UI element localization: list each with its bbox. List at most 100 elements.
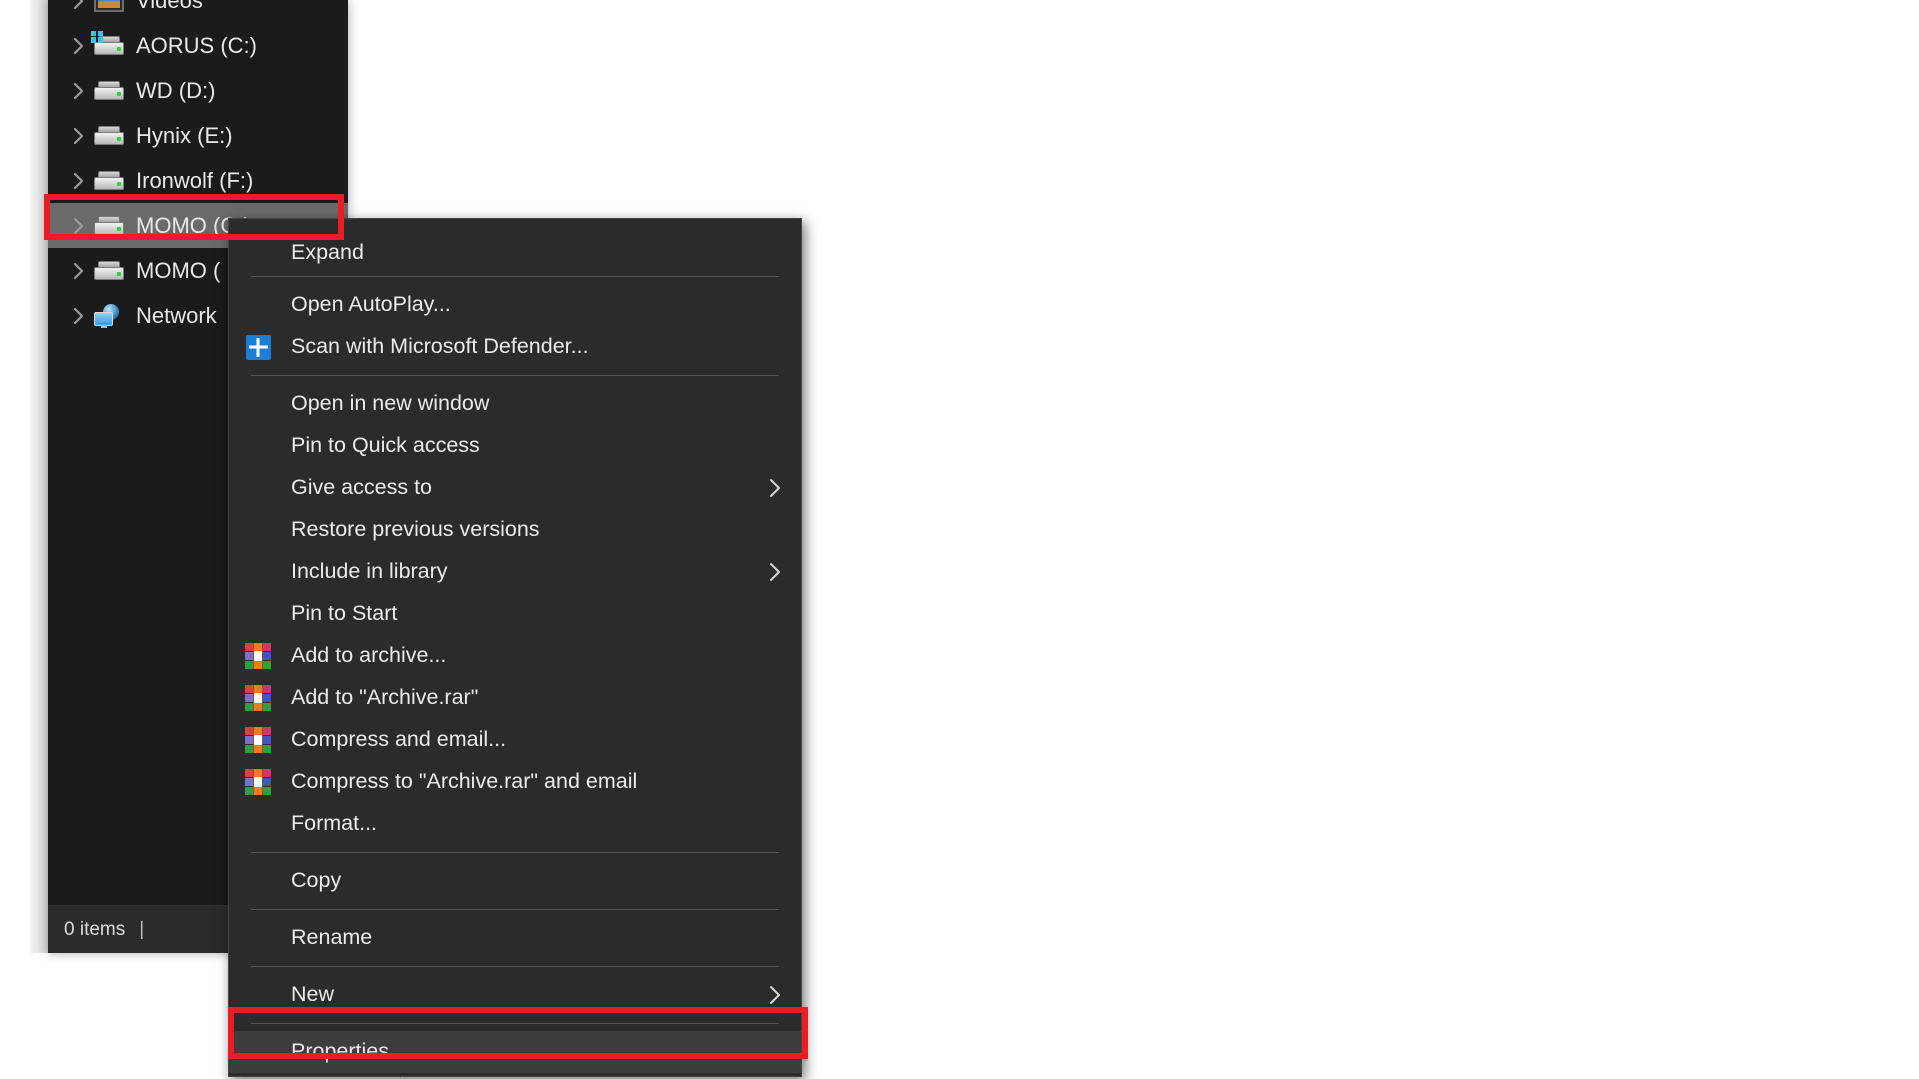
winrar-icon — [245, 685, 271, 711]
menu-separator — [251, 375, 779, 376]
menu-separator — [251, 852, 779, 853]
winrar-icon — [245, 727, 271, 753]
menu-item-label: Format... — [291, 813, 783, 835]
menu-item-label: Open AutoPlay... — [291, 294, 783, 316]
tree-item-label: Hynix (E:) — [136, 125, 233, 147]
tree-item[interactable]: Videos — [48, 0, 348, 23]
network-icon — [94, 304, 124, 328]
menu-item-icon-placeholder — [245, 475, 271, 501]
screenshot-root: Videos AORUS (C:) WD (D:) Hynix (E:) Ironwol… — [0, 0, 1919, 1079]
menu-item[interactable]: Compress to "Archive.rar" and email — [229, 761, 801, 803]
context-menu[interactable]: Expand Open AutoPlay... Scan with Microsof… — [228, 218, 802, 1077]
chevron-right-icon[interactable] — [66, 127, 92, 145]
tree-item[interactable]: Ironwolf (F:) — [48, 158, 348, 203]
window-left-shadow — [30, 0, 48, 953]
tree-item-label: AORUS (C:) — [136, 35, 257, 57]
chevron-right-icon[interactable] — [66, 262, 92, 280]
winrar-icon — [245, 643, 271, 669]
chevron-right-icon[interactable] — [66, 217, 92, 235]
tree-item[interactable]: AORUS (C:) — [48, 23, 348, 68]
menu-item[interactable]: Add to "Archive.rar" — [229, 677, 801, 719]
menu-separator — [251, 276, 779, 277]
menu-item-icon-placeholder — [245, 391, 271, 417]
drive-icon — [94, 261, 124, 281]
menu-item-label: Restore previous versions — [291, 519, 783, 541]
menu-item[interactable]: Format... — [229, 803, 801, 845]
chevron-right-icon[interactable] — [66, 82, 92, 100]
drive-icon — [94, 126, 124, 146]
menu-item[interactable]: Copy — [229, 860, 801, 902]
tree-item[interactable]: Hynix (E:) — [48, 113, 348, 158]
status-separator: | — [139, 919, 144, 941]
menu-item-label: Add to archive... — [291, 645, 783, 667]
menu-item-icon-placeholder — [245, 868, 271, 894]
network-icon — [92, 302, 126, 330]
menu-item-icon-placeholder — [245, 292, 271, 318]
winrar-icon — [245, 685, 271, 711]
menu-separator — [251, 966, 779, 967]
submenu-chevron-right-icon[interactable] — [767, 983, 783, 1007]
menu-item-icon-placeholder — [245, 601, 271, 627]
menu-item-label: Copy — [291, 870, 783, 892]
menu-item-icon-placeholder — [245, 559, 271, 585]
tree-item[interactable]: WD (D:) — [48, 68, 348, 113]
menu-item-icon-placeholder — [245, 925, 271, 951]
drive-icon — [92, 257, 126, 285]
drive-icon — [92, 77, 126, 105]
chevron-right-icon[interactable] — [66, 172, 92, 190]
menu-item[interactable]: Properties — [229, 1031, 801, 1073]
submenu-chevron-right-icon[interactable] — [767, 560, 783, 584]
menu-item-label: New — [291, 984, 767, 1006]
menu-item[interactable]: Pin to Quick access — [229, 425, 801, 467]
menu-item[interactable]: Pin to Start — [229, 593, 801, 635]
menu-item-label: Compress and email... — [291, 729, 783, 751]
menu-item[interactable]: New — [229, 974, 801, 1016]
menu-item-label: Open in new window — [291, 393, 783, 415]
drive-icon — [92, 212, 126, 240]
menu-item[interactable]: Scan with Microsoft Defender... — [229, 326, 801, 368]
menu-item-label: Expand — [291, 242, 783, 264]
drive-icon — [94, 216, 124, 236]
menu-item-label: Properties — [291, 1041, 783, 1063]
winrar-icon — [245, 769, 271, 795]
menu-item-icon-placeholder — [245, 237, 271, 263]
winrar-icon — [245, 727, 271, 753]
menu-item[interactable]: Compress and email... — [229, 719, 801, 761]
drive-icon — [94, 171, 124, 191]
menu-item[interactable]: Open in new window — [229, 383, 801, 425]
menu-item-icon-placeholder — [245, 517, 271, 543]
drive-icon — [92, 167, 126, 195]
submenu-chevron-right-icon[interactable] — [767, 476, 783, 500]
menu-item[interactable]: Include in library — [229, 551, 801, 593]
menu-item-icon-placeholder — [245, 811, 271, 837]
menu-item-label: Rename — [291, 927, 783, 949]
drive-windows-icon — [92, 32, 126, 60]
menu-item[interactable]: Add to archive... — [229, 635, 801, 677]
tree-item-label: WD (D:) — [136, 80, 215, 102]
menu-item-label: Compress to "Archive.rar" and email — [291, 771, 783, 793]
menu-item-icon-placeholder — [245, 1039, 271, 1065]
menu-item-label: Give access to — [291, 477, 767, 499]
winrar-icon — [245, 643, 271, 669]
menu-item[interactable]: Restore previous versions — [229, 509, 801, 551]
menu-item-icon-placeholder — [245, 982, 271, 1008]
menu-item[interactable]: Give access to — [229, 467, 801, 509]
drive-icon — [94, 81, 124, 101]
defender-shield-icon — [246, 335, 271, 360]
menu-separator — [251, 909, 779, 910]
chevron-right-icon[interactable] — [66, 0, 92, 10]
menu-item[interactable]: Open AutoPlay... — [229, 284, 801, 326]
menu-item-label: Pin to Start — [291, 603, 783, 625]
tree-item-label: Ironwolf (F:) — [136, 170, 253, 192]
menu-item[interactable]: Expand — [229, 221, 801, 269]
status-item-count: 0 items — [64, 919, 125, 941]
menu-item[interactable]: Rename — [229, 917, 801, 959]
menu-item-label: Add to "Archive.rar" — [291, 687, 783, 709]
winrar-icon — [245, 769, 271, 795]
video-icon — [92, 0, 126, 15]
tree-item-label: MOMO ( — [136, 260, 220, 282]
chevron-right-icon[interactable] — [66, 37, 92, 55]
video-icon — [94, 0, 124, 12]
chevron-right-icon[interactable] — [66, 307, 92, 325]
menu-item-label: Pin to Quick access — [291, 435, 783, 457]
